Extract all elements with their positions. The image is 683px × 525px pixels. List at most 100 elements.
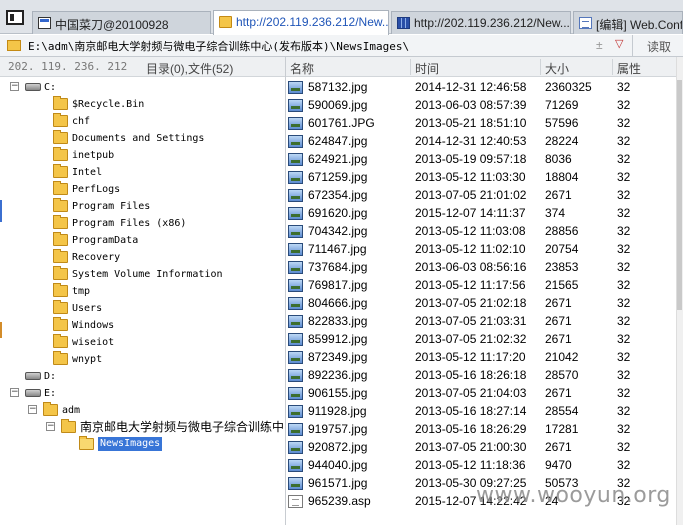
image-file-icon	[288, 225, 303, 238]
collapse-toggle-icon[interactable]: −	[28, 405, 37, 414]
tree-item-label: Users	[72, 303, 103, 314]
file-row[interactable]: 704342.jpg 2013-05-12 11:03:08 28856 32	[286, 223, 683, 240]
tree-folder-item[interactable]: inetpub	[0, 147, 285, 164]
window-edge-marker	[0, 200, 2, 222]
drive-icon	[25, 389, 41, 397]
image-file-icon	[288, 333, 303, 346]
tree-drive-item[interactable]: − C:	[0, 79, 285, 96]
file-name: 920872.jpg	[308, 440, 368, 454]
file-size: 374	[545, 206, 566, 220]
file-row[interactable]: 906155.jpg 2013-07-05 21:04:03 2671 32	[286, 385, 683, 402]
tree-folder-item[interactable]: Program Files (x86)	[0, 215, 285, 232]
file-row[interactable]: 601761.JPG 2013-05-21 18:51:10 57596 32	[286, 115, 683, 132]
file-row[interactable]: 872349.jpg 2013-05-12 11:17:20 21042 32	[286, 349, 683, 366]
tree-drive-item[interactable]: − E:	[0, 385, 285, 402]
tree-folder-item[interactable]: System Volume Information	[0, 266, 285, 283]
image-file-icon	[288, 477, 303, 490]
file-row[interactable]: 944040.jpg 2013-05-12 11:18:36 9470 32	[286, 457, 683, 474]
file-row[interactable]: 672354.jpg 2013-07-05 21:01:02 2671 32	[286, 187, 683, 204]
up-icon[interactable]: ±	[596, 38, 603, 52]
tree-folder-item[interactable]: Documents and Settings	[0, 130, 285, 147]
tab-edit-web-config[interactable]: [编辑] Web.Config	[573, 11, 683, 34]
read-button[interactable]: 读取	[632, 35, 683, 56]
file-row[interactable]: 624847.jpg 2014-12-31 12:40:53 28224 32	[286, 133, 683, 150]
tree-folder-item[interactable]: Program Files	[0, 198, 285, 215]
file-name: 769817.jpg	[308, 278, 368, 292]
file-time: 2013-07-05 21:02:32	[415, 332, 527, 346]
column-size[interactable]: 大小	[541, 60, 569, 77]
tree-folder-item[interactable]: Windows	[0, 317, 285, 334]
file-row[interactable]: 920872.jpg 2013-07-05 21:00:30 2671 32	[286, 439, 683, 456]
file-row[interactable]: 859912.jpg 2013-07-05 21:02:32 2671 32	[286, 331, 683, 348]
column-name[interactable]: 名称	[286, 60, 314, 77]
tree-folder-item[interactable]: $Recycle.Bin	[0, 96, 285, 113]
file-time: 2013-07-05 21:02:18	[415, 296, 527, 310]
file-row[interactable]: 711467.jpg 2013-05-12 11:02:10 20754 32	[286, 241, 683, 258]
file-attr: 32	[617, 440, 631, 454]
column-time[interactable]: 时间	[411, 60, 439, 77]
image-file-icon	[288, 423, 303, 436]
tab-database[interactable]: http://202.119.236.212/New...	[391, 11, 571, 34]
tree-folder-item[interactable]: PerfLogs	[0, 181, 285, 198]
file-row[interactable]: 769817.jpg 2013-05-12 11:17:56 21565 32	[286, 277, 683, 294]
file-time: 2014-12-31 12:46:58	[415, 80, 527, 94]
folder-icon	[53, 164, 68, 178]
scrollbar-thumb[interactable]	[677, 80, 682, 310]
file-row[interactable]: 911928.jpg 2013-05-16 18:27:14 28554 32	[286, 403, 683, 420]
file-time: 2013-05-19 09:57:18	[415, 152, 527, 166]
tree-drive-item[interactable]: D:	[0, 368, 285, 385]
file-time: 2013-06-03 08:56:16	[415, 260, 527, 274]
tree-folder-item[interactable]: chf	[0, 113, 285, 130]
file-row[interactable]: 804666.jpg 2013-07-05 21:02:18 2671 32	[286, 295, 683, 312]
file-time: 2013-05-12 11:17:20	[415, 350, 526, 364]
tab-label: [编辑] Web.Config	[596, 18, 683, 32]
file-row[interactable]: 822833.jpg 2013-07-05 21:03:31 2671 32	[286, 313, 683, 330]
file-row[interactable]: 919757.jpg 2013-05-16 18:26:29 17281 32	[286, 421, 683, 438]
file-row[interactable]: 671259.jpg 2013-05-12 11:03:30 18804 32	[286, 169, 683, 186]
tab-file-manager[interactable]: http://202.119.236.212/New...	[213, 10, 389, 35]
window-icon	[38, 17, 51, 29]
tree-folder-item[interactable]: − adm	[0, 402, 285, 419]
file-name: 804666.jpg	[308, 296, 368, 310]
image-file-icon	[288, 369, 303, 382]
file-row[interactable]: 737684.jpg 2013-06-03 08:56:16 23853 32	[286, 259, 683, 276]
tab-chopper-home[interactable]: 中国菜刀@20100928	[32, 11, 211, 34]
tree-folder-item[interactable]: − 南京邮电大学射频与微电子综合训练中	[0, 419, 285, 436]
file-row[interactable]: 624921.jpg 2013-05-19 09:57:18 8036 32	[286, 151, 683, 168]
column-attr[interactable]: 属性	[613, 60, 641, 77]
tree-folder-item[interactable]: Recovery	[0, 249, 285, 266]
file-size: 8036	[545, 152, 572, 166]
file-name: 671259.jpg	[308, 170, 368, 184]
image-file-icon	[288, 153, 303, 166]
folder-icon	[7, 40, 21, 51]
window-icon[interactable]	[6, 10, 24, 25]
tree-folder-item[interactable]: wnypt	[0, 351, 285, 368]
file-attr: 32	[617, 404, 631, 418]
file-row[interactable]: 590069.jpg 2013-06-03 08:57:39 71269 32	[286, 97, 683, 114]
tree-folder-item[interactable]: ProgramData	[0, 232, 285, 249]
tree-folder-item[interactable]: tmp	[0, 283, 285, 300]
path-input[interactable]	[27, 36, 597, 55]
file-attr: 32	[617, 314, 631, 328]
chevron-down-icon[interactable]: ▽	[615, 37, 623, 50]
tree-item-label: tmp	[72, 286, 91, 297]
file-time: 2013-07-05 21:04:03	[415, 386, 527, 400]
file-row[interactable]: 691620.jpg 2015-12-07 14:11:37 374 32	[286, 205, 683, 222]
database-icon	[397, 17, 410, 29]
tree-item-label: $Recycle.Bin	[72, 99, 145, 110]
file-size: 57596	[545, 116, 579, 130]
file-attr: 32	[617, 386, 631, 400]
tree-folder-item[interactable]: NewsImages	[0, 436, 285, 453]
collapse-toggle-icon[interactable]: −	[46, 422, 55, 431]
file-attr: 32	[617, 260, 631, 274]
tree-folder-item[interactable]: wiseiot	[0, 334, 285, 351]
tree-folder-item[interactable]: Users	[0, 300, 285, 317]
file-attr: 32	[617, 98, 631, 112]
collapse-toggle-icon[interactable]: −	[10, 82, 19, 91]
collapse-toggle-icon[interactable]: −	[10, 388, 19, 397]
file-name: 672354.jpg	[308, 188, 368, 202]
file-row[interactable]: 892236.jpg 2013-05-16 18:26:18 28570 32	[286, 367, 683, 384]
file-row[interactable]: 587132.jpg 2014-12-31 12:46:58 2360325 32	[286, 79, 683, 96]
file-attr: 32	[617, 458, 631, 472]
tree-folder-item[interactable]: Intel	[0, 164, 285, 181]
